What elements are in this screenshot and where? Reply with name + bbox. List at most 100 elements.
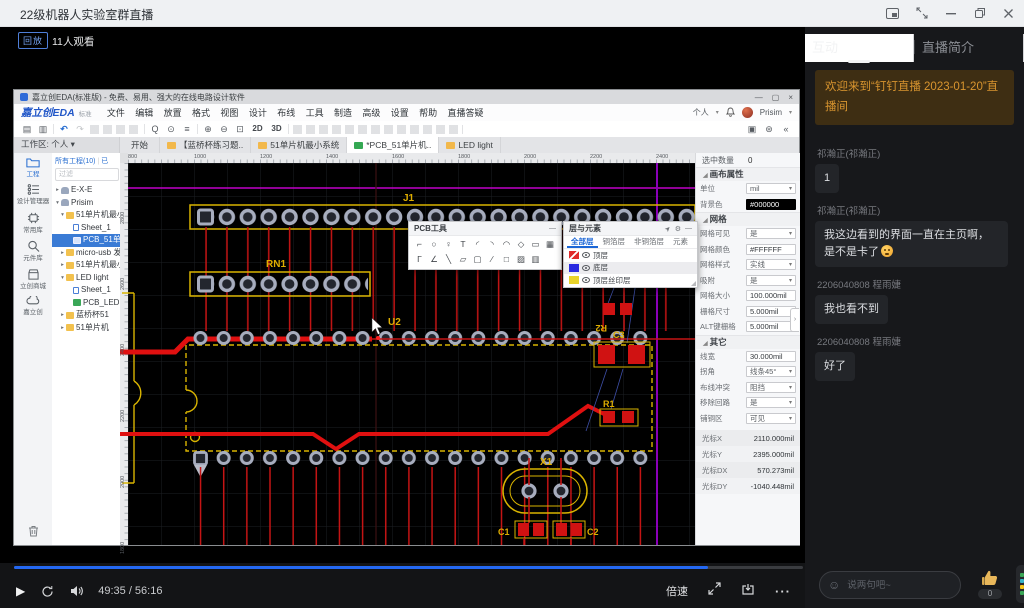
expander-icon[interactable]: ▸: [59, 322, 66, 335]
view-3d-button[interactable]: 3D: [269, 123, 284, 135]
expander-icon[interactable]: ▾: [54, 197, 61, 210]
pcb-tool-icon[interactable]: ♀: [443, 239, 454, 250]
layer-row-top-silk[interactable]: 顶层丝印层: [564, 274, 697, 287]
pcb-tool-icon[interactable]: ◠: [501, 239, 512, 250]
trash-icon[interactable]: [14, 525, 52, 539]
pcb-tool-icon[interactable]: ▢: [472, 254, 483, 265]
menu-item[interactable]: 帮助: [414, 106, 442, 119]
view-2d-button[interactable]: 2D: [250, 123, 265, 135]
property-control[interactable]: 是▾: [746, 228, 796, 239]
pcb-tool-icon[interactable]: ◜: [472, 239, 483, 250]
menu-item[interactable]: 直播答疑: [442, 106, 488, 119]
tree-item[interactable]: ▸ 51单片机: [52, 322, 120, 335]
property-control[interactable]: 是▾: [746, 275, 796, 286]
section-other[interactable]: ◢其它: [696, 335, 800, 349]
zoom-fit-icon[interactable]: ⊡: [234, 123, 246, 135]
pcb-tool-icon[interactable]: ◇: [516, 239, 527, 250]
expander-icon[interactable]: ▸: [59, 259, 66, 272]
workspace-selector[interactable]: 工作区: 个人 ▾: [14, 137, 120, 153]
property-control[interactable]: 30.000mil: [746, 351, 796, 362]
expander-icon[interactable]: ▸: [59, 309, 66, 322]
pcb-tool-icon[interactable]: ▦: [545, 239, 556, 250]
layer-row-bottom[interactable]: 底层: [564, 262, 697, 275]
expand-icon[interactable]: [708, 582, 721, 600]
menu-item[interactable]: 设置: [386, 106, 414, 119]
pcb-tool-icon[interactable]: ◝: [487, 239, 498, 250]
expander-icon[interactable]: ▾: [59, 209, 66, 222]
image-export-icon[interactable]: ▣: [746, 123, 758, 135]
play-button[interactable]: ▶: [16, 584, 25, 598]
close-icon[interactable]: [1003, 8, 1014, 19]
find-replace-icon[interactable]: ⊙: [165, 123, 177, 135]
property-control[interactable]: 5.000mil: [746, 306, 796, 317]
menu-item[interactable]: 编辑: [130, 106, 158, 119]
refresh-icon[interactable]: [41, 585, 54, 598]
tab-copper-layers[interactable]: 铜箔层: [599, 236, 630, 248]
cast-icon[interactable]: [741, 582, 755, 600]
fullscreen-icon[interactable]: [916, 7, 928, 19]
pcb-tool-icon[interactable]: ⌐: [414, 239, 425, 250]
username[interactable]: Prisim: [760, 108, 782, 117]
minimize-icon[interactable]: [945, 7, 957, 19]
pcb-canvas[interactable]: J1 RN1 U2: [120, 153, 695, 545]
workspace-menu[interactable]: 个人: [693, 107, 709, 118]
tree-item[interactable]: PCB_51单片: [52, 234, 120, 247]
expander-icon[interactable]: ▸: [59, 247, 66, 260]
tab-led-light[interactable]: LED light: [439, 137, 501, 153]
pcb-tool-icon[interactable]: ▨: [516, 254, 527, 265]
menu-item[interactable]: 文件: [102, 106, 130, 119]
rail-item-project[interactable]: 工程: [14, 157, 52, 178]
rail-item-design-manager[interactable]: 设计管理器: [14, 184, 52, 205]
tab-51-system[interactable]: 51单片机最小系统: [251, 137, 347, 153]
message-input-box[interactable]: ☺: [819, 571, 961, 599]
property-control[interactable]: #000000: [746, 199, 796, 210]
pcb-tool-icon[interactable]: □: [501, 254, 512, 265]
restore-icon[interactable]: [974, 7, 986, 19]
tab-lanqiaobei[interactable]: 【蓝桥杯练习题..: [160, 137, 251, 153]
gear-icon[interactable]: ⚙: [675, 225, 681, 233]
pcb-tool-icon[interactable]: ╲: [443, 254, 454, 265]
pin-icon[interactable]: ➤: [663, 224, 673, 234]
more-options[interactable]: ···: [775, 584, 791, 599]
open-icon[interactable]: ▥: [37, 123, 49, 135]
eda-minimize-icon[interactable]: —: [755, 93, 763, 102]
property-control[interactable]: 阻挡▾: [746, 382, 796, 393]
video-stage[interactable]: 回放 11人观看 嘉立创EDA(标准版) - 免费、易用、强大的在线电路设计软件…: [0, 26, 805, 563]
property-control[interactable]: 实线▾: [746, 259, 796, 270]
pcb-tool-icon[interactable]: ∠: [429, 254, 440, 265]
eye-icon[interactable]: [582, 265, 590, 271]
tab-elements[interactable]: 元素: [669, 236, 692, 248]
pip-icon[interactable]: [886, 8, 899, 19]
eye-icon[interactable]: [582, 277, 590, 283]
layers-icon[interactable]: ≡: [181, 123, 193, 135]
expander-icon[interactable]: ▾: [59, 272, 66, 285]
eda-close-icon[interactable]: ×: [788, 93, 793, 102]
rail-item-common-library[interactable]: 常用库: [14, 212, 52, 234]
panel-minimize-icon[interactable]: —: [549, 225, 556, 232]
pcb-tool-icon[interactable]: Γ: [414, 254, 425, 265]
menu-item[interactable]: 制造: [329, 106, 357, 119]
emoji-picker-icon[interactable]: ☺: [828, 578, 840, 592]
tree-item[interactable]: ▾ Prisim: [52, 197, 120, 210]
globe-icon[interactable]: ⊛: [763, 123, 775, 135]
pcb-tool-icon[interactable]: ▱: [458, 254, 469, 265]
panel-minimize-icon[interactable]: —: [685, 225, 692, 232]
undo-icon[interactable]: ↶: [58, 123, 70, 135]
property-control[interactable]: mil▾: [746, 183, 796, 194]
volume-icon[interactable]: [70, 585, 84, 597]
tab-pcb-51-active[interactable]: *PCB_51单片机..: [347, 137, 439, 153]
menu-item[interactable]: 设计: [244, 106, 272, 119]
pcb-tool-icon[interactable]: ∕: [487, 254, 498, 265]
message-input[interactable]: [845, 579, 949, 592]
property-control[interactable]: 线条45°▾: [746, 366, 796, 377]
tab-interaction[interactable]: 互动: [805, 34, 914, 62]
eye-icon[interactable]: [582, 252, 590, 258]
section-canvas-props[interactable]: ◢画布属性: [696, 167, 800, 181]
pcb-tool-icon[interactable]: ▥: [530, 254, 541, 265]
expander-icon[interactable]: ▸: [54, 184, 61, 197]
property-control[interactable]: 是▾: [746, 397, 796, 408]
like-button[interactable]: 0: [978, 569, 1002, 599]
tab-all-layers[interactable]: 全部层: [567, 236, 598, 248]
menu-item[interactable]: 格式: [187, 106, 215, 119]
menu-item[interactable]: 高级: [357, 106, 385, 119]
